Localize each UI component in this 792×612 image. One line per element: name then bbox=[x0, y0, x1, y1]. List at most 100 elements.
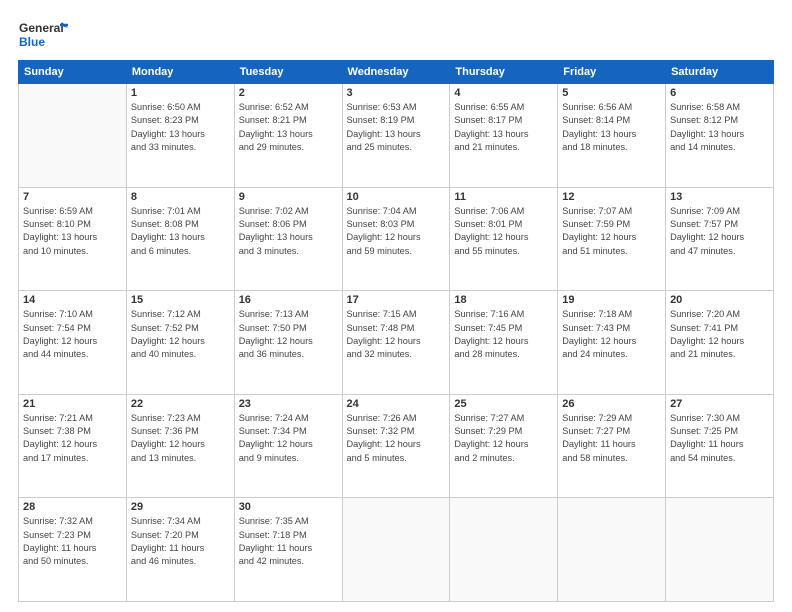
calendar-cell: 11 Sunrise: 7:06 AM Sunset: 8:01 PM Dayli… bbox=[450, 187, 558, 291]
day-info: Sunrise: 7:13 AM Sunset: 7:50 PM Dayligh… bbox=[239, 308, 338, 361]
calendar-cell: 3Sunrise: 6:53 AM Sunset: 8:19 PM Daylig… bbox=[342, 84, 450, 188]
calendar-cell bbox=[558, 498, 666, 602]
calendar-cell: 2 Sunrise: 6:52 AM Sunset: 8:21 PM Daylig… bbox=[234, 84, 342, 188]
calendar-cell: 19 Sunrise: 7:18 AM Sunset: 7:43 PM Dayli… bbox=[558, 291, 666, 395]
day-info: Sunrise: 7:34 AM Sunset: 7:20 PM Dayligh… bbox=[131, 515, 230, 568]
day-info: Sunrise: 7:26 AM Sunset: 7:32 PM Dayligh… bbox=[347, 412, 446, 465]
day-number: 4 bbox=[454, 87, 553, 99]
day-info: Sunrise: 6:59 AM Sunset: 8:10 PM Dayligh… bbox=[23, 205, 122, 258]
day-number: 29 bbox=[131, 501, 230, 513]
calendar-header-row: SundayMondayTuesdayWednesdayThursdayFrid… bbox=[19, 61, 774, 84]
day-info: Sunrise: 7:29 AM Sunset: 7:27 PM Dayligh… bbox=[562, 412, 661, 465]
day-info: Sunrise: 7:18 AM Sunset: 7:43 PM Dayligh… bbox=[562, 308, 661, 361]
day-info: Sunrise: 7:23 AM Sunset: 7:36 PM Dayligh… bbox=[131, 412, 230, 465]
day-number: 9 bbox=[239, 191, 338, 203]
day-info: Sunrise: 7:02 AM Sunset: 8:06 PM Dayligh… bbox=[239, 205, 338, 258]
day-info: Sunrise: 6:52 AM Sunset: 8:21 PM Dayligh… bbox=[239, 101, 338, 154]
calendar-cell: 1Sunrise: 6:50 AM Sunset: 8:23 PM Daylig… bbox=[126, 84, 234, 188]
calendar-cell: 12 Sunrise: 7:07 AM Sunset: 7:59 PM Dayli… bbox=[558, 187, 666, 291]
day-number: 17 bbox=[347, 294, 446, 306]
calendar-week-row: 1Sunrise: 6:50 AM Sunset: 8:23 PM Daylig… bbox=[19, 84, 774, 188]
calendar-cell: 18 Sunrise: 7:16 AM Sunset: 7:45 PM Dayli… bbox=[450, 291, 558, 395]
calendar-week-row: 28Sunrise: 7:32 AM Sunset: 7:23 PM Dayli… bbox=[19, 498, 774, 602]
day-number: 15 bbox=[131, 294, 230, 306]
calendar-cell: 16 Sunrise: 7:13 AM Sunset: 7:50 PM Dayli… bbox=[234, 291, 342, 395]
day-info: Sunrise: 7:06 AM Sunset: 8:01 PM Dayligh… bbox=[454, 205, 553, 258]
day-number: 20 bbox=[670, 294, 769, 306]
column-header-saturday: Saturday bbox=[666, 61, 774, 84]
column-header-tuesday: Tuesday bbox=[234, 61, 342, 84]
day-info: Sunrise: 6:53 AM Sunset: 8:19 PM Dayligh… bbox=[347, 101, 446, 154]
day-number: 25 bbox=[454, 398, 553, 410]
day-number: 11 bbox=[454, 191, 553, 203]
day-number: 14 bbox=[23, 294, 122, 306]
calendar-week-row: 7 Sunrise: 6:59 AM Sunset: 8:10 PM Daylig… bbox=[19, 187, 774, 291]
day-number: 26 bbox=[562, 398, 661, 410]
column-header-thursday: Thursday bbox=[450, 61, 558, 84]
day-info: Sunrise: 7:16 AM Sunset: 7:45 PM Dayligh… bbox=[454, 308, 553, 361]
calendar-cell: 27Sunrise: 7:30 AM Sunset: 7:25 PM Dayli… bbox=[666, 394, 774, 498]
day-number: 7 bbox=[23, 191, 122, 203]
day-number: 19 bbox=[562, 294, 661, 306]
day-info: Sunrise: 7:10 AM Sunset: 7:54 PM Dayligh… bbox=[23, 308, 122, 361]
day-info: Sunrise: 7:12 AM Sunset: 7:52 PM Dayligh… bbox=[131, 308, 230, 361]
calendar-table: SundayMondayTuesdayWednesdayThursdayFrid… bbox=[18, 60, 774, 602]
day-info: Sunrise: 6:55 AM Sunset: 8:17 PM Dayligh… bbox=[454, 101, 553, 154]
day-info: Sunrise: 7:01 AM Sunset: 8:08 PM Dayligh… bbox=[131, 205, 230, 258]
calendar-cell: 9 Sunrise: 7:02 AM Sunset: 8:06 PM Daylig… bbox=[234, 187, 342, 291]
calendar-cell bbox=[450, 498, 558, 602]
calendar-cell: 20 Sunrise: 7:20 AM Sunset: 7:41 PM Dayli… bbox=[666, 291, 774, 395]
calendar-cell: 23Sunrise: 7:24 AM Sunset: 7:34 PM Dayli… bbox=[234, 394, 342, 498]
calendar-cell: 8Sunrise: 7:01 AM Sunset: 8:08 PM Daylig… bbox=[126, 187, 234, 291]
calendar-cell bbox=[19, 84, 127, 188]
calendar-cell: 14 Sunrise: 7:10 AM Sunset: 7:54 PM Dayli… bbox=[19, 291, 127, 395]
column-header-friday: Friday bbox=[558, 61, 666, 84]
logo: General Blue bbox=[18, 18, 68, 54]
calendar-cell: 26 Sunrise: 7:29 AM Sunset: 7:27 PM Dayli… bbox=[558, 394, 666, 498]
day-number: 23 bbox=[239, 398, 338, 410]
day-number: 28 bbox=[23, 501, 122, 513]
day-number: 16 bbox=[239, 294, 338, 306]
day-info: Sunrise: 6:58 AM Sunset: 8:12 PM Dayligh… bbox=[670, 101, 769, 154]
calendar-week-row: 14 Sunrise: 7:10 AM Sunset: 7:54 PM Dayli… bbox=[19, 291, 774, 395]
day-number: 18 bbox=[454, 294, 553, 306]
calendar-cell bbox=[666, 498, 774, 602]
day-number: 10 bbox=[347, 191, 446, 203]
calendar-cell: 10 Sunrise: 7:04 AM Sunset: 8:03 PM Dayli… bbox=[342, 187, 450, 291]
calendar-cell: 22 Sunrise: 7:23 AM Sunset: 7:36 PM Dayli… bbox=[126, 394, 234, 498]
day-info: Sunrise: 7:07 AM Sunset: 7:59 PM Dayligh… bbox=[562, 205, 661, 258]
header: General Blue bbox=[18, 18, 774, 54]
day-info: Sunrise: 6:50 AM Sunset: 8:23 PM Dayligh… bbox=[131, 101, 230, 154]
day-number: 6 bbox=[670, 87, 769, 99]
page: General Blue SundayMondayTuesdayWednesda… bbox=[0, 0, 792, 612]
day-info: Sunrise: 6:56 AM Sunset: 8:14 PM Dayligh… bbox=[562, 101, 661, 154]
day-number: 30 bbox=[239, 501, 338, 513]
calendar-cell: 28Sunrise: 7:32 AM Sunset: 7:23 PM Dayli… bbox=[19, 498, 127, 602]
day-info: Sunrise: 7:35 AM Sunset: 7:18 PM Dayligh… bbox=[239, 515, 338, 568]
day-info: Sunrise: 7:15 AM Sunset: 7:48 PM Dayligh… bbox=[347, 308, 446, 361]
calendar-cell: 24 Sunrise: 7:26 AM Sunset: 7:32 PM Dayli… bbox=[342, 394, 450, 498]
calendar-cell: 6 Sunrise: 6:58 AM Sunset: 8:12 PM Daylig… bbox=[666, 84, 774, 188]
day-number: 2 bbox=[239, 87, 338, 99]
day-info: Sunrise: 7:20 AM Sunset: 7:41 PM Dayligh… bbox=[670, 308, 769, 361]
calendar-cell: 13Sunrise: 7:09 AM Sunset: 7:57 PM Dayli… bbox=[666, 187, 774, 291]
calendar-cell: 30 Sunrise: 7:35 AM Sunset: 7:18 PM Dayli… bbox=[234, 498, 342, 602]
day-info: Sunrise: 7:04 AM Sunset: 8:03 PM Dayligh… bbox=[347, 205, 446, 258]
calendar-cell: 5 Sunrise: 6:56 AM Sunset: 8:14 PM Daylig… bbox=[558, 84, 666, 188]
day-number: 27 bbox=[670, 398, 769, 410]
day-number: 24 bbox=[347, 398, 446, 410]
calendar-cell: 25Sunrise: 7:27 AM Sunset: 7:29 PM Dayli… bbox=[450, 394, 558, 498]
calendar-cell bbox=[342, 498, 450, 602]
calendar-cell: 17 Sunrise: 7:15 AM Sunset: 7:48 PM Dayli… bbox=[342, 291, 450, 395]
calendar-cell: 21Sunrise: 7:21 AM Sunset: 7:38 PM Dayli… bbox=[19, 394, 127, 498]
svg-text:General: General bbox=[19, 21, 64, 35]
calendar-cell: 4 Sunrise: 6:55 AM Sunset: 8:17 PM Daylig… bbox=[450, 84, 558, 188]
logo-svg: General Blue bbox=[18, 18, 68, 54]
day-info: Sunrise: 7:21 AM Sunset: 7:38 PM Dayligh… bbox=[23, 412, 122, 465]
calendar-cell: 29 Sunrise: 7:34 AM Sunset: 7:20 PM Dayli… bbox=[126, 498, 234, 602]
calendar-cell: 7 Sunrise: 6:59 AM Sunset: 8:10 PM Daylig… bbox=[19, 187, 127, 291]
day-number: 5 bbox=[562, 87, 661, 99]
column-header-sunday: Sunday bbox=[19, 61, 127, 84]
day-number: 12 bbox=[562, 191, 661, 203]
day-number: 22 bbox=[131, 398, 230, 410]
